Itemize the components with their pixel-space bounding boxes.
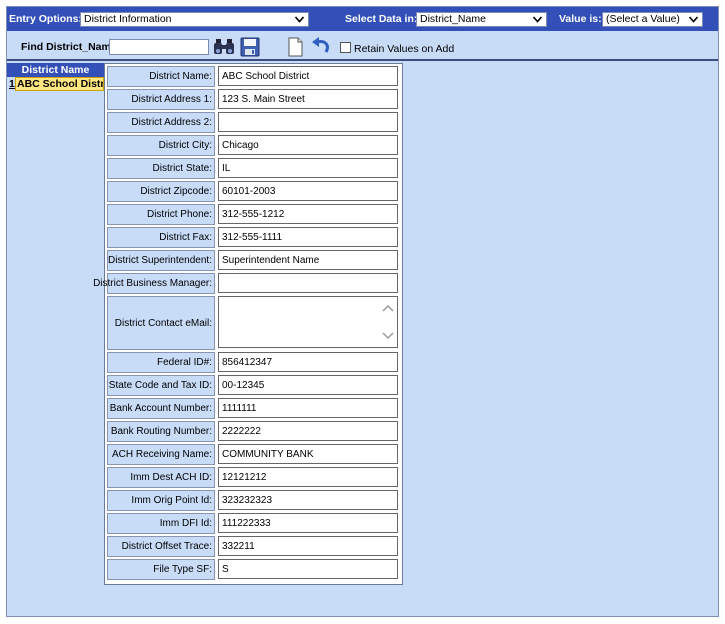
field-label: Federal ID#: [107,352,215,373]
field-label: District Address 2: [107,112,215,133]
field-label: District Zipcode: [107,181,215,202]
fax-field[interactable]: 312-555-1111 [218,227,398,247]
new-document-icon[interactable] [284,37,306,57]
field-label: Bank Account Number: [107,398,215,419]
field-label: ACH Receiving Name: [107,444,215,465]
find-toolbar: Find District_Name Retain Values on Add [7,31,718,61]
value-is-value: (Select a Value) [606,13,680,25]
select-data-label: Select Data in: [345,13,418,25]
imm-orig-point-field[interactable]: 323232323 [218,490,398,510]
contact-email-textarea[interactable] [218,296,398,348]
state-tax-id-field[interactable]: 00-12345 [218,375,398,395]
field-label: District Address 1: [107,89,215,110]
save-disk-icon[interactable] [239,37,261,57]
field-label: District Contact eMail: [107,296,215,350]
entry-options-value: District Information [84,13,172,25]
undo-arrow-icon[interactable] [310,37,332,57]
options-bar: Entry Options: District Information Sele… [7,7,718,31]
chevron-down-icon [688,16,699,23]
retain-values-label: Retain Values on Add [354,43,455,55]
field-label: District State: [107,158,215,179]
field-label: District Superintendent: [107,250,215,271]
find-input[interactable] [109,39,209,55]
list-item-name[interactable]: ABC School District [15,77,104,91]
zipcode-field[interactable]: 60101-2003 [218,181,398,201]
select-data-value: District_Name [420,13,486,25]
field-label: District Offset Trace: [107,536,215,557]
entry-options-label: Entry Options: [9,13,82,25]
list-item[interactable]: 1 ABC School District [7,77,104,91]
value-is-label: Value is: [559,13,602,25]
city-field[interactable]: Chicago [218,135,398,155]
field-label: Imm Orig Point Id: [107,490,215,511]
chevron-down-icon [532,16,543,23]
field-label: Imm DFI Id: [107,513,215,534]
select-data-select[interactable]: District_Name [416,12,547,27]
scroll-up-icon [382,304,394,312]
retain-values-checkbox[interactable] [340,42,351,53]
field-label: District Phone: [107,204,215,225]
record-list-header: District Name [7,63,104,77]
field-label: District Name: [107,66,215,87]
entry-options-select[interactable]: District Information [80,12,309,27]
superintendent-field[interactable]: Superintendent Name [218,250,398,270]
field-label: District City: [107,135,215,156]
file-type-field[interactable]: S [218,559,398,579]
field-label: Bank Routing Number: [107,421,215,442]
federal-id-field[interactable]: 856412347 [218,352,398,372]
bank-routing-field[interactable]: 2222222 [218,421,398,441]
business-manager-field[interactable] [218,273,398,293]
address-1-field[interactable]: 123 S. Main Street [218,89,398,109]
field-label: District Fax: [107,227,215,248]
address-2-field[interactable] [218,112,398,132]
find-label: Find District_Name [21,41,117,53]
field-label: District Business Manager: [93,273,215,294]
scroll-down-icon [382,332,394,340]
state-field[interactable]: IL [218,158,398,178]
binoculars-icon[interactable] [213,37,235,57]
imm-dfi-field[interactable]: 111222333 [218,513,398,533]
bank-account-field[interactable]: 1111111 [218,398,398,418]
ach-receiving-field[interactable]: COMMUNITY BANK [218,444,398,464]
textarea-scrollbar[interactable] [381,301,395,343]
field-label: State Code and Tax ID: [107,375,215,396]
district-form: District Name: ABC School District Distr… [93,63,403,585]
app-frame: Entry Options: District Information Sele… [6,6,719,617]
chevron-down-icon [294,16,305,23]
field-label: File Type SF: [107,559,215,580]
offset-trace-field[interactable]: 332211 [218,536,398,556]
record-list: District Name 1 ABC School District [7,63,104,91]
field-label: Imm Dest ACH ID: [107,467,215,488]
phone-field[interactable]: 312-555-1212 [218,204,398,224]
district-name-field[interactable]: ABC School District [218,66,398,86]
imm-dest-ach-field[interactable]: 12121212 [218,467,398,487]
value-is-select[interactable]: (Select a Value) [602,12,703,27]
